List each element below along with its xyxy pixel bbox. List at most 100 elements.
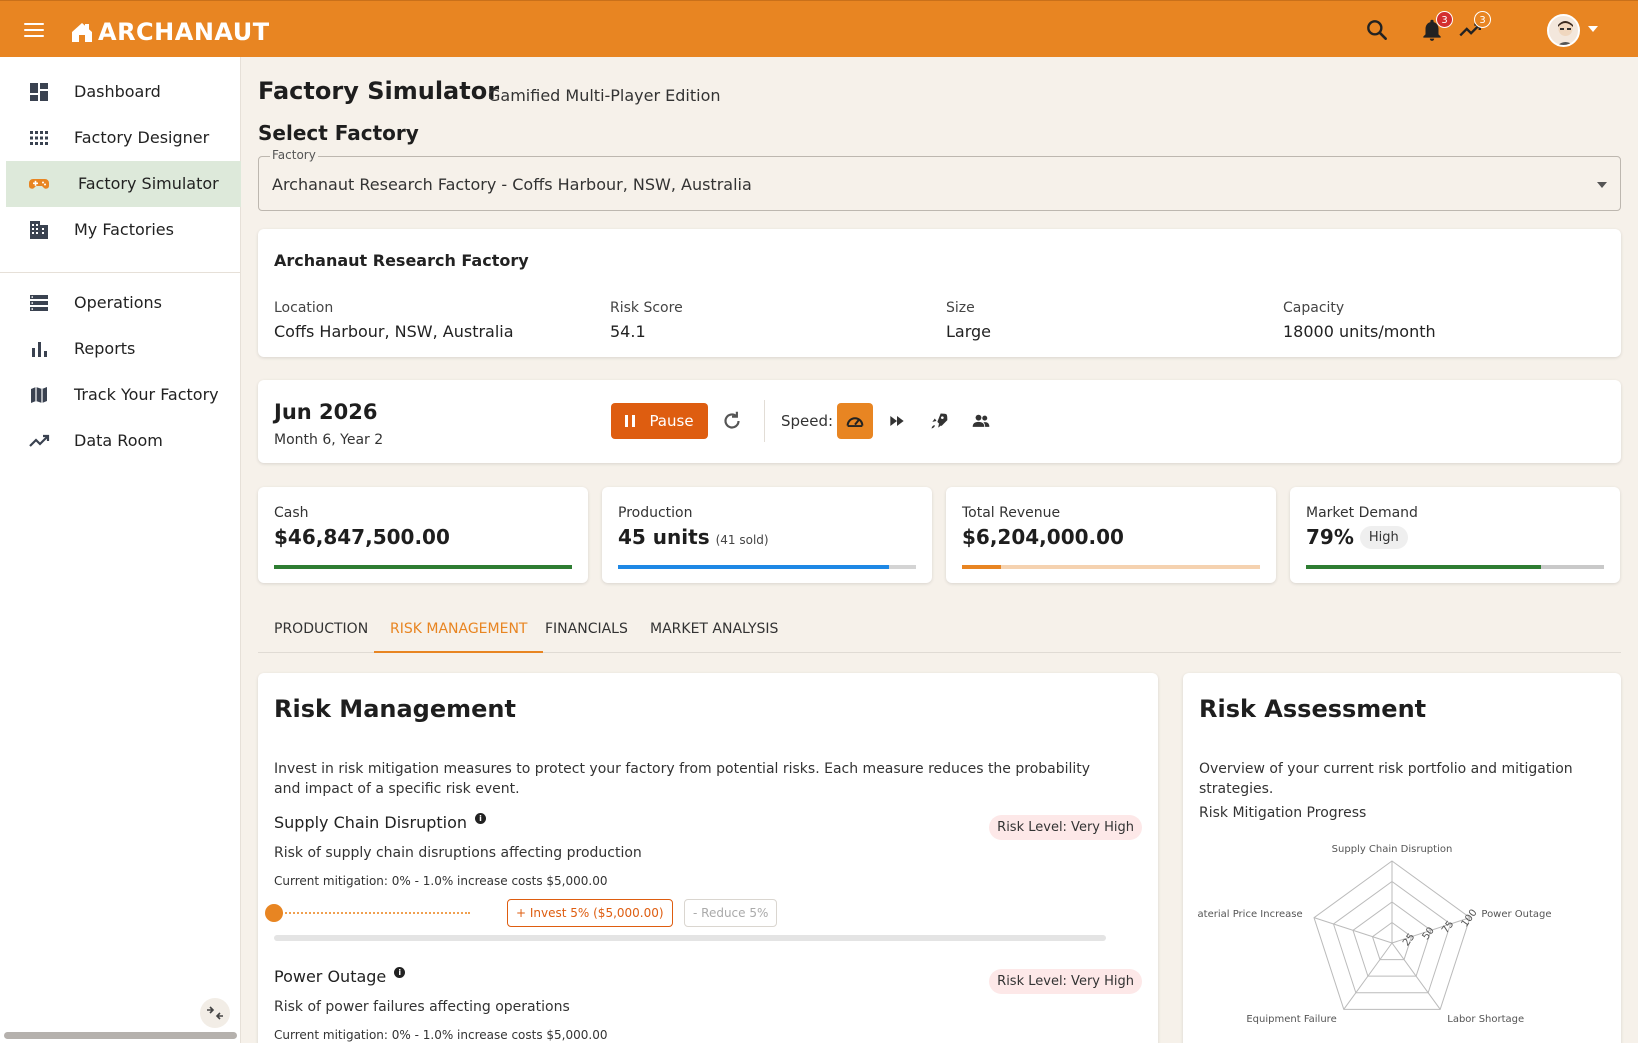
demand-chip: High [1359,526,1408,549]
risk-name-text: Supply Chain Disruption [274,813,468,832]
tab-financials[interactable]: FINANCIALS [529,603,644,653]
risk-name-text: Power Outage [274,967,387,986]
divider [764,400,765,442]
activity-badge: 3 [1474,11,1491,28]
risk-mitigation-text: Current mitigation: 0% - 1.0% increase c… [274,874,608,888]
simulation-controls: Jun 2026 Month 6, Year 2 Pause Speed: [258,380,1621,463]
multiplayer-button[interactable] [963,403,999,439]
radar-axis-line [1313,917,1393,944]
stat-market-demand: Market Demand 79% High [1290,487,1620,583]
tab-risk-management[interactable]: RISK MANAGEMENT [374,603,544,653]
stat-progress-track [274,565,572,569]
speed-fast-button[interactable] [879,403,915,439]
search-icon[interactable] [1364,17,1390,43]
building-icon [30,221,48,239]
info-value: 54.1 [610,322,646,341]
sidebar: Dashboard Factory Designer Factory Simul… [0,57,241,1043]
sidebar-item-reports[interactable]: Reports [6,326,241,372]
sidebar-item-track-your-factory[interactable]: Track Your Factory [6,372,241,418]
avatar[interactable] [1547,14,1580,47]
bar-chart-icon [32,342,47,357]
sidebar-item-label: Reports [74,339,136,358]
stat-production: Production 45 units (41 sold) [602,487,932,583]
stat-progress-fill [962,565,1001,569]
rocket-icon [931,413,948,429]
sidebar-item-dashboard[interactable]: Dashboard [6,69,241,115]
app-window: ARCHANAUT 3 3 Dashboard Factory Designer… [0,0,1638,1043]
stat-progress-track [962,565,1260,569]
stat-progress-fill [274,565,572,569]
stat-label: Total Revenue [962,505,1061,521]
sidebar-item-label: Track Your Factory [74,385,219,404]
risk-progress-bar [274,935,1106,941]
risk-management-title: Risk Management [274,695,516,723]
dashboard-icon [30,83,48,101]
sidebar-item-data-room[interactable]: Data Room [6,418,241,464]
sidebar-scrollbar[interactable] [4,1032,237,1039]
info-icon[interactable]: i [475,813,487,824]
stat-extra: (41 sold) [715,533,769,547]
reduce-button: - Reduce 5% [684,899,778,927]
chevron-down-icon [1597,182,1607,188]
page-title: Factory Simulator [258,77,500,105]
stat-value: $6,204,000.00 [962,525,1124,549]
collapse-sidebar-button[interactable] [200,998,230,1028]
stat-value-text: $46,847,500.00 [274,525,450,549]
map-icon [31,387,47,403]
people-icon [972,414,990,427]
factory-select-label: Factory [270,148,318,162]
stat-value: $46,847,500.00 [274,525,450,549]
sidebar-item-label: Data Room [74,431,163,450]
sidebar-item-factory-designer[interactable]: Factory Designer [6,115,241,161]
stat-label: Market Demand [1306,505,1418,521]
info-label: Capacity [1283,300,1345,316]
grid-icon [30,131,48,145]
speedometer-icon [846,417,864,427]
factory-select-value: Archanaut Research Factory - Coffs Harbo… [272,175,752,194]
sidebar-item-factory-simulator[interactable]: Factory Simulator [6,161,241,207]
tab-production[interactable]: PRODUCTION [258,603,384,653]
info-value: Large [946,322,992,341]
collapse-icon [207,1006,223,1020]
chevron-down-icon[interactable] [1588,26,1598,32]
sidebar-item-label: Factory Designer [74,128,210,147]
mitigation-slider[interactable] [265,902,470,924]
speed-rocket-button[interactable] [921,403,957,439]
menu-icon[interactable] [24,23,44,37]
info-icon[interactable]: i [394,967,406,978]
slider-thumb[interactable] [265,904,283,922]
tab-market-analysis[interactable]: MARKET ANALYSIS [634,603,794,653]
page-subtitle: Gamified Multi-Player Edition [488,86,721,105]
refresh-icon [724,411,740,429]
radar-axis-label: Supply Chain Disruption [1332,844,1453,855]
radar-tick-label: 75 [1440,919,1456,936]
info-value: 18000 units/month [1283,322,1436,341]
sidebar-item-operations[interactable]: Operations [6,280,241,326]
info-label: Risk Score [610,300,683,316]
notifications-badge: 3 [1436,11,1453,28]
risk-name-power-outage: Power Outage i [274,967,406,986]
info-label: Size [946,300,975,316]
risk-assessment-description: Overview of your current risk portfolio … [1199,761,1573,797]
reset-button[interactable] [719,408,745,434]
trending-icon [29,434,50,447]
sidebar-item-label: Dashboard [74,82,161,101]
speed-normal-button[interactable] [837,403,873,439]
top-actions: 3 3 [1338,1,1638,58]
info-capacity: Capacity 18000 units/month [1283,300,1436,341]
brand-logo[interactable]: ARCHANAUT [70,18,270,46]
activity-icon[interactable]: 3 [1457,11,1491,43]
sim-date: Jun 2026 [274,400,378,424]
radar-axis-label: Equipment Failure [1246,1014,1336,1025]
risk-assessment-card: Risk Assessment Overview of your current… [1183,673,1621,1043]
sidebar-item-my-factories[interactable]: My Factories [6,207,241,253]
factory-info-card: Archanaut Research Factory Location Coff… [258,229,1621,357]
factory-select[interactable]: Factory Archanaut Research Factory - Cof… [258,148,1621,211]
invest-button[interactable]: + Invest 5% ($5,000.00) [507,899,673,927]
sidebar-divider [0,272,241,273]
factory-name: Archanaut Research Factory [274,251,529,270]
notifications-icon[interactable]: 3 [1419,11,1453,43]
pause-button[interactable]: Pause [611,403,708,439]
stat-value: 79% High [1306,525,1408,549]
radar-chart-title: Risk Mitigation Progress [1199,805,1367,821]
